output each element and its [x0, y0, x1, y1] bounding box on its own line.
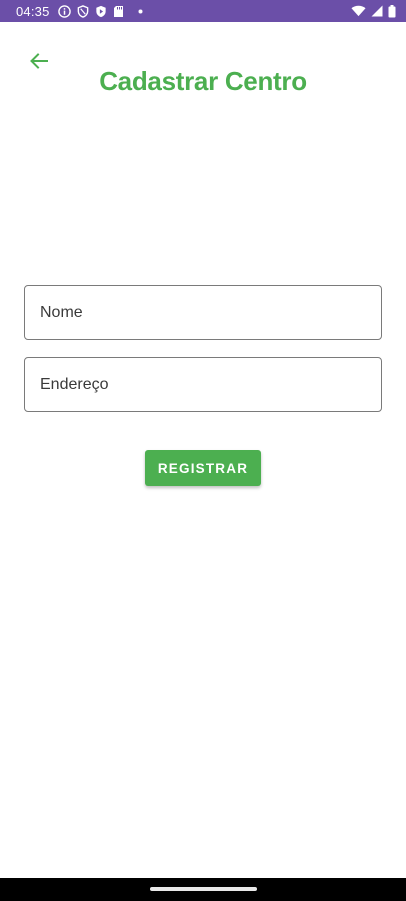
- home-indicator[interactable]: [150, 887, 257, 891]
- register-button[interactable]: REGISTRAR: [145, 450, 261, 486]
- signal-icon: [371, 5, 383, 17]
- navigation-bar: [0, 878, 406, 901]
- address-input[interactable]: [25, 358, 381, 411]
- status-time: 04:35: [16, 3, 50, 19]
- page-title: Cadastrar Centro: [99, 66, 307, 96]
- sd-card-icon: [113, 5, 124, 18]
- status-right: [351, 4, 396, 18]
- name-input[interactable]: [25, 286, 381, 339]
- address-field[interactable]: [24, 357, 382, 412]
- play-protect-icon: [95, 5, 107, 18]
- dot-icon: [138, 9, 143, 14]
- status-left: 04:35: [16, 4, 143, 19]
- info-icon: [57, 4, 71, 18]
- name-field[interactable]: [24, 285, 382, 340]
- status-bar: 04:35: [0, 0, 406, 22]
- wifi-icon: [351, 5, 366, 17]
- battery-icon: [388, 4, 396, 18]
- shield-icon: [77, 4, 89, 18]
